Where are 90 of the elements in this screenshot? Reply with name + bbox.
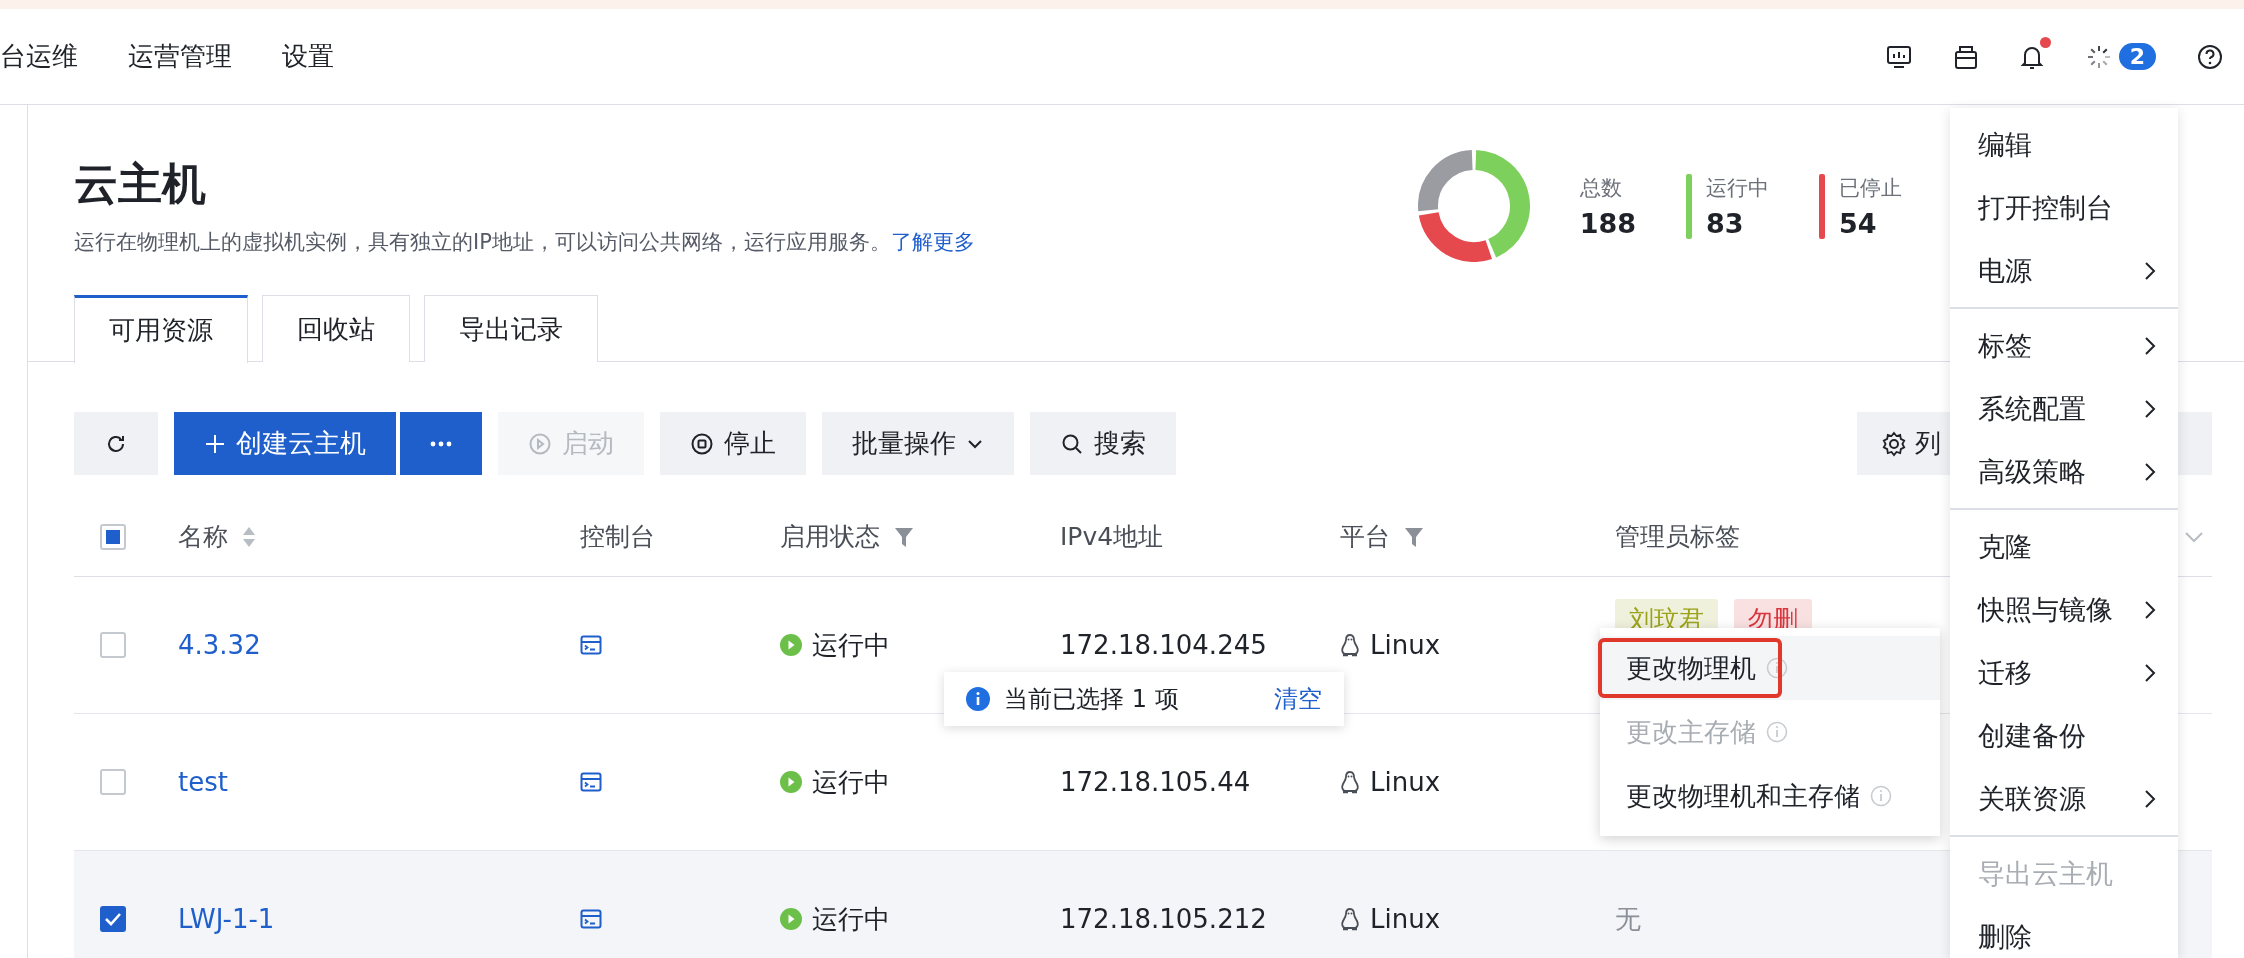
menu-item[interactable]: 电源: [1950, 239, 2178, 302]
menu-item[interactable]: 创建备份: [1950, 704, 2178, 767]
stat-value: 188: [1579, 207, 1636, 239]
submenu-item[interactable]: 更改物理机: [1600, 636, 1940, 700]
selection-count-text: 当前已选择 1 项: [1004, 684, 1179, 715]
chevron-right-icon: [2144, 788, 2156, 809]
gear-icon: [1881, 430, 1907, 457]
column-header[interactable]: 平台: [1340, 520, 1390, 553]
info-icon: [1870, 785, 1892, 807]
create-button[interactable]: 创建云主机: [174, 412, 396, 475]
tab[interactable]: 导出记录: [424, 295, 598, 362]
batch-actions-button[interactable]: 批量操作: [822, 412, 1014, 475]
stat-value: 83: [1706, 207, 1745, 239]
console-icon[interactable]: [580, 772, 602, 792]
menu-item[interactable]: 系统配置: [1950, 377, 2178, 440]
instance-name-link[interactable]: 4.3.32: [178, 630, 261, 660]
penguin-icon: [1340, 907, 1360, 931]
row-checkbox[interactable]: [100, 906, 126, 932]
info-icon: [966, 687, 990, 711]
row-checkbox[interactable]: [100, 769, 126, 795]
stat-label: 总数: [1579, 174, 1623, 202]
chevron-right-icon: [2144, 599, 2156, 620]
help-icon[interactable]: [2196, 42, 2224, 71]
stat-label: 运行中: [1706, 174, 1769, 202]
instance-name-link[interactable]: LWJ-1-1: [178, 904, 275, 934]
menu-item[interactable]: 标签: [1950, 314, 2178, 377]
chevron-right-icon: [2144, 335, 2156, 356]
nav-item[interactable]: 设置: [282, 39, 334, 74]
running-status-icon: [780, 634, 802, 656]
menu-item[interactable]: 编辑: [1950, 113, 2178, 176]
ip-address: 172.18.105.212: [1060, 904, 1267, 934]
column-header[interactable]: 控制台: [580, 520, 655, 553]
check-icon: [104, 912, 122, 926]
stat-value: 54: [1839, 207, 1878, 239]
search-button[interactable]: 搜索: [1030, 412, 1176, 475]
task-count-badge: 2: [2118, 43, 2156, 70]
penguin-icon: [1340, 633, 1360, 657]
ip-address: 172.18.105.44: [1060, 767, 1251, 797]
menu-item[interactable]: 快照与镜像: [1950, 578, 2178, 641]
tab[interactable]: 回收站: [262, 295, 410, 362]
chevron-right-icon: [2144, 662, 2156, 683]
column-header[interactable]: 名称: [178, 520, 228, 553]
page-title: 云主机: [74, 157, 207, 211]
running-status-icon: [780, 771, 802, 793]
donut-chart-icon: [1417, 150, 1530, 262]
chevron-right-icon: [2144, 461, 2156, 482]
chevron-right-icon: [2144, 398, 2156, 419]
chevron-right-icon: [2144, 260, 2156, 281]
filter-icon[interactable]: [1404, 525, 1424, 548]
plus-icon: [204, 432, 226, 455]
clear-link[interactable]: 清空: [1274, 683, 1322, 715]
stop-button[interactable]: 停止: [660, 412, 806, 475]
console-icon[interactable]: [580, 909, 602, 929]
select-all-checkbox[interactable]: [100, 523, 126, 550]
page-description: 运行在物理机上的虚拟机实例，具有独立的IP地址，可以访问公共网络，运行应用服务。了解更多: [74, 229, 975, 256]
learn-more-link[interactable]: 了解更多: [890, 230, 975, 254]
menu-item[interactable]: 关联资源: [1950, 767, 2178, 830]
platform-text: Linux: [1370, 904, 1441, 934]
stop-circle-icon: [690, 431, 714, 456]
menu-item[interactable]: 打开控制台: [1950, 176, 2178, 239]
chevron-down-icon: [966, 437, 984, 450]
menu-item[interactable]: 删除: [1950, 905, 2178, 958]
stat-label: 已停止: [1839, 174, 1902, 202]
play-circle-icon: [528, 431, 552, 456]
column-header[interactable]: 启用状态: [780, 520, 880, 553]
info-icon: [1766, 721, 1788, 743]
menu-item[interactable]: 克隆: [1950, 515, 2178, 578]
info-icon: [1766, 657, 1788, 679]
column-header[interactable]: 管理员标签: [1615, 520, 1740, 553]
status-text: 运行中: [812, 765, 890, 799]
more-icon: [430, 439, 452, 448]
console-icon[interactable]: [580, 635, 602, 655]
row-checkbox[interactable]: [100, 632, 126, 658]
empty-value: 无: [1615, 903, 1641, 934]
platform-text: Linux: [1370, 767, 1441, 797]
submenu-item[interactable]: 更改物理机和主存储: [1600, 764, 1940, 828]
running-status-icon: [780, 908, 802, 930]
nav-item[interactable]: 台运维: [0, 39, 78, 74]
instance-name-link[interactable]: test: [178, 767, 228, 797]
status-text: 运行中: [812, 902, 890, 936]
ip-address: 172.18.104.245: [1060, 630, 1267, 660]
penguin-icon: [1340, 770, 1360, 794]
status-text: 运行中: [812, 628, 890, 662]
nav-item[interactable]: 运营管理: [128, 39, 232, 74]
menu-item[interactable]: 高级策略: [1950, 440, 2178, 503]
platform-text: Linux: [1370, 630, 1441, 660]
tab[interactable]: 可用资源: [74, 295, 248, 363]
filter-icon[interactable]: [894, 525, 914, 548]
menu-item[interactable]: 迁移: [1950, 641, 2178, 704]
column-header[interactable]: IPv4地址: [1060, 520, 1164, 553]
